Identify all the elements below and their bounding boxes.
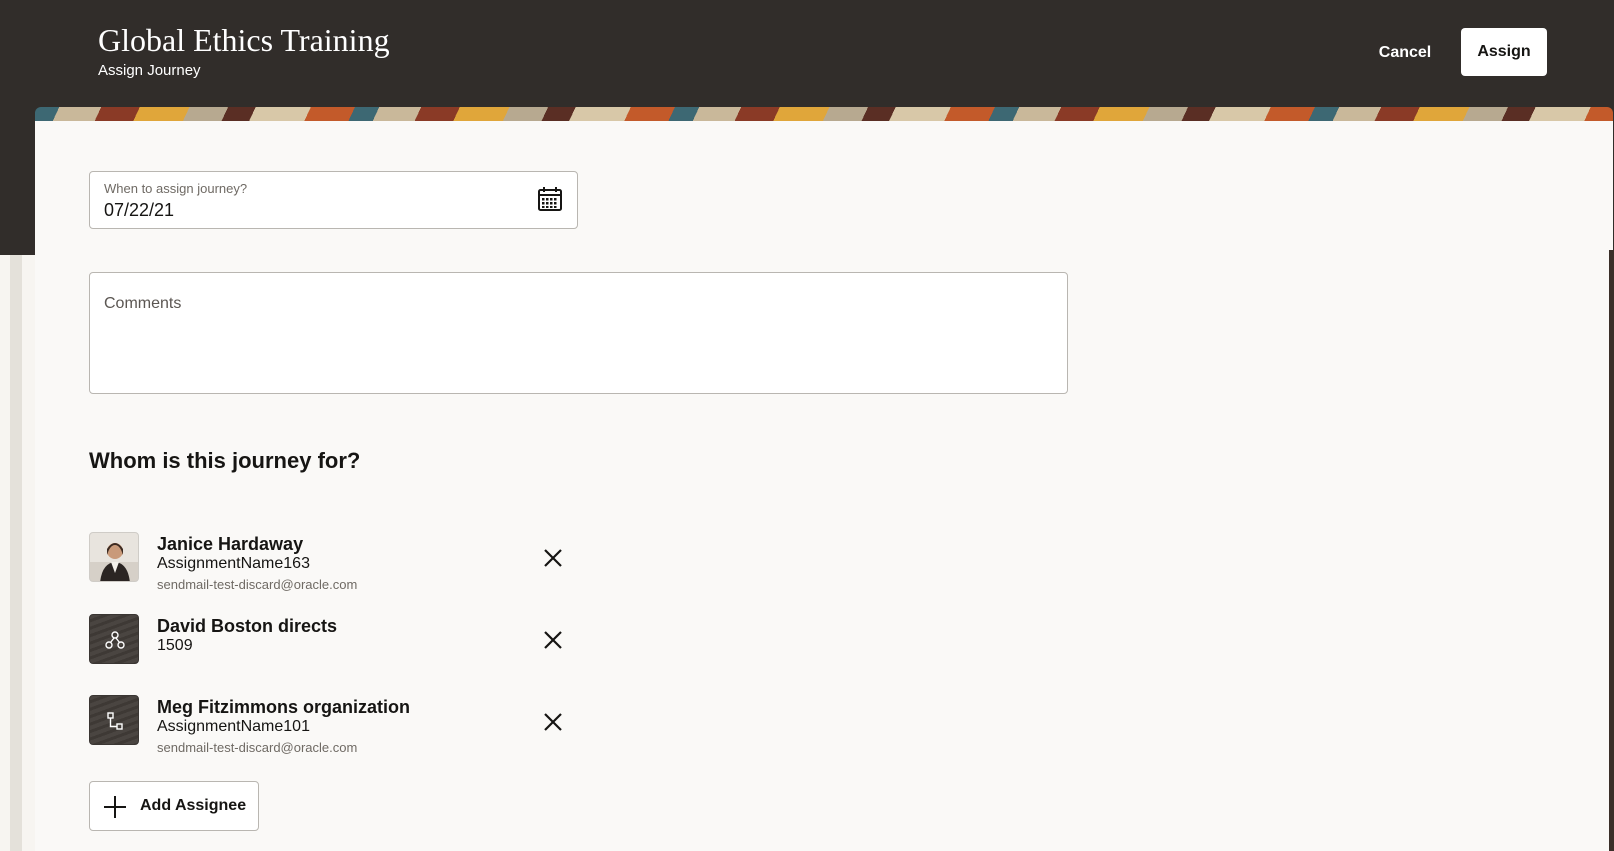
remove-assignee-button[interactable] — [538, 625, 568, 655]
remove-assignee-button[interactable] — [538, 707, 568, 737]
assignee-row: Janice Hardaway AssignmentName163 sendma… — [89, 532, 589, 592]
assignee-name: Janice Hardaway — [157, 534, 304, 554]
calendar-icon[interactable] — [537, 186, 563, 212]
comments-input[interactable] — [104, 319, 1048, 385]
close-icon — [544, 631, 562, 649]
assignee-row: David Boston directs 1509 — [89, 614, 589, 674]
cancel-button[interactable]: Cancel — [1370, 36, 1440, 70]
plus-icon — [104, 796, 126, 818]
comments-label: Comments — [104, 295, 182, 312]
directs-icon — [105, 631, 125, 649]
assignee-detail: AssignmentName101 — [157, 718, 310, 735]
avatar — [89, 532, 139, 582]
comments-field[interactable]: Comments — [89, 272, 1068, 394]
avatar — [89, 695, 139, 745]
assignee-detail: AssignmentName163 — [157, 555, 310, 572]
avatar — [89, 614, 139, 664]
assignees-heading: Whom is this journey for? — [89, 448, 361, 473]
assign-button[interactable]: Assign — [1461, 28, 1547, 76]
decorative-strip — [1609, 250, 1614, 851]
assignee-detail: 1509 — [157, 637, 193, 654]
person-photo-icon — [100, 543, 130, 581]
add-assignee-label: Add Assignee — [140, 797, 247, 814]
assign-date-value[interactable]: 07/22/21 — [104, 200, 174, 221]
close-icon — [544, 713, 562, 731]
assignee-name: Meg Fitzimmons organization — [157, 697, 411, 717]
page-title: Global Ethics Training — [98, 22, 390, 58]
remove-assignee-button[interactable] — [538, 543, 568, 573]
assignee-email: sendmail-test-discard@oracle.com — [157, 740, 358, 755]
assignee-row: Meg Fitzimmons organization AssignmentNa… — [89, 695, 589, 755]
close-icon — [544, 549, 562, 567]
assign-date-label: When to assign journey? — [104, 181, 248, 196]
add-assignee-button[interactable]: Add Assignee — [89, 781, 259, 831]
assignee-name: David Boston directs — [157, 616, 338, 636]
assign-date-field[interactable]: When to assign journey? 07/22/21 — [89, 171, 578, 229]
organization-icon — [107, 712, 123, 730]
page-subtitle: Assign Journey — [98, 62, 201, 79]
assignee-email: sendmail-test-discard@oracle.com — [157, 577, 358, 592]
